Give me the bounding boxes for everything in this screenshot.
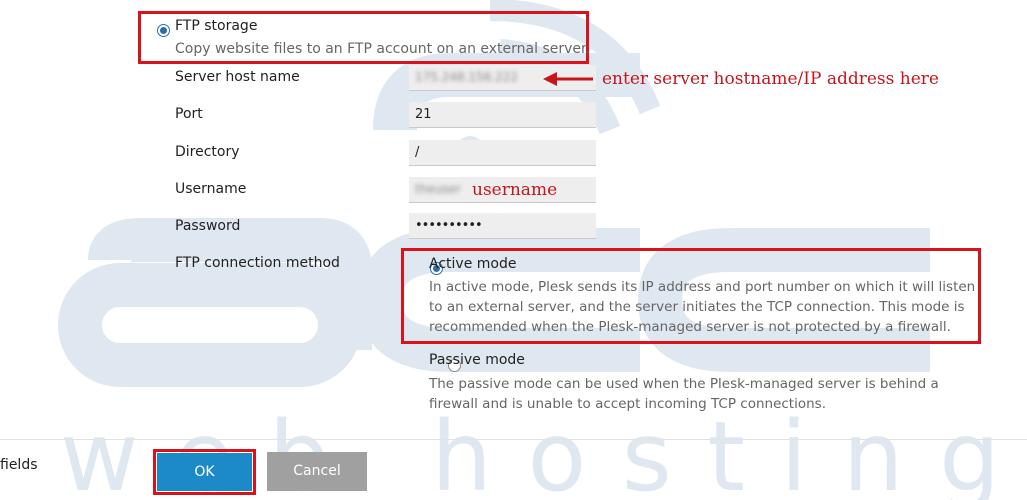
footer-divider — [0, 439, 1027, 440]
ftp-storage-title: FTP storage — [175, 18, 258, 34]
passive-mode-desc-line: firewall and is unable to accept incomin… — [429, 396, 826, 412]
directory-input[interactable]: / — [409, 140, 596, 166]
username-annotation: username — [472, 180, 558, 200]
host-annotation: enter server hostname/IP address here — [602, 69, 939, 89]
active-mode-desc-line: recommended when the Plesk-managed serve… — [429, 319, 951, 335]
password-label: Password — [175, 218, 241, 234]
active-mode-title: Active mode — [429, 256, 517, 272]
active-mode-desc-line: In active mode, Plesk sends its IP addre… — [429, 279, 976, 295]
server-host-label: Server host name — [175, 69, 300, 85]
active-mode-description: In active mode, Plesk sends its IP addre… — [429, 277, 975, 337]
ok-button[interactable]: OK — [157, 453, 252, 491]
ftp-connection-method-label: FTP connection method — [175, 255, 340, 271]
required-fields-text: fields — [0, 457, 38, 473]
username-value: theuser — [415, 182, 461, 196]
passive-mode-description: The passive mode can be used when the Pl… — [429, 374, 939, 414]
port-label: Port — [175, 106, 203, 122]
port-input[interactable]: 21 — [409, 102, 596, 128]
ftp-storage-radio[interactable] — [157, 24, 170, 37]
arrow-left-icon — [543, 72, 593, 86]
server-host-value: 175.248.156.222 — [415, 70, 519, 84]
password-input[interactable]: •••••••••• — [409, 213, 596, 239]
cancel-button[interactable]: Cancel — [267, 452, 367, 491]
username-label: Username — [175, 181, 247, 197]
ftp-storage-description: Copy website files to an FTP account on … — [175, 41, 590, 57]
active-mode-desc-line: to an external server, and the server in… — [429, 299, 965, 315]
directory-label: Directory — [175, 144, 240, 160]
passive-mode-desc-line: The passive mode can be used when the Pl… — [429, 376, 939, 392]
passive-mode-title: Passive mode — [429, 352, 525, 368]
